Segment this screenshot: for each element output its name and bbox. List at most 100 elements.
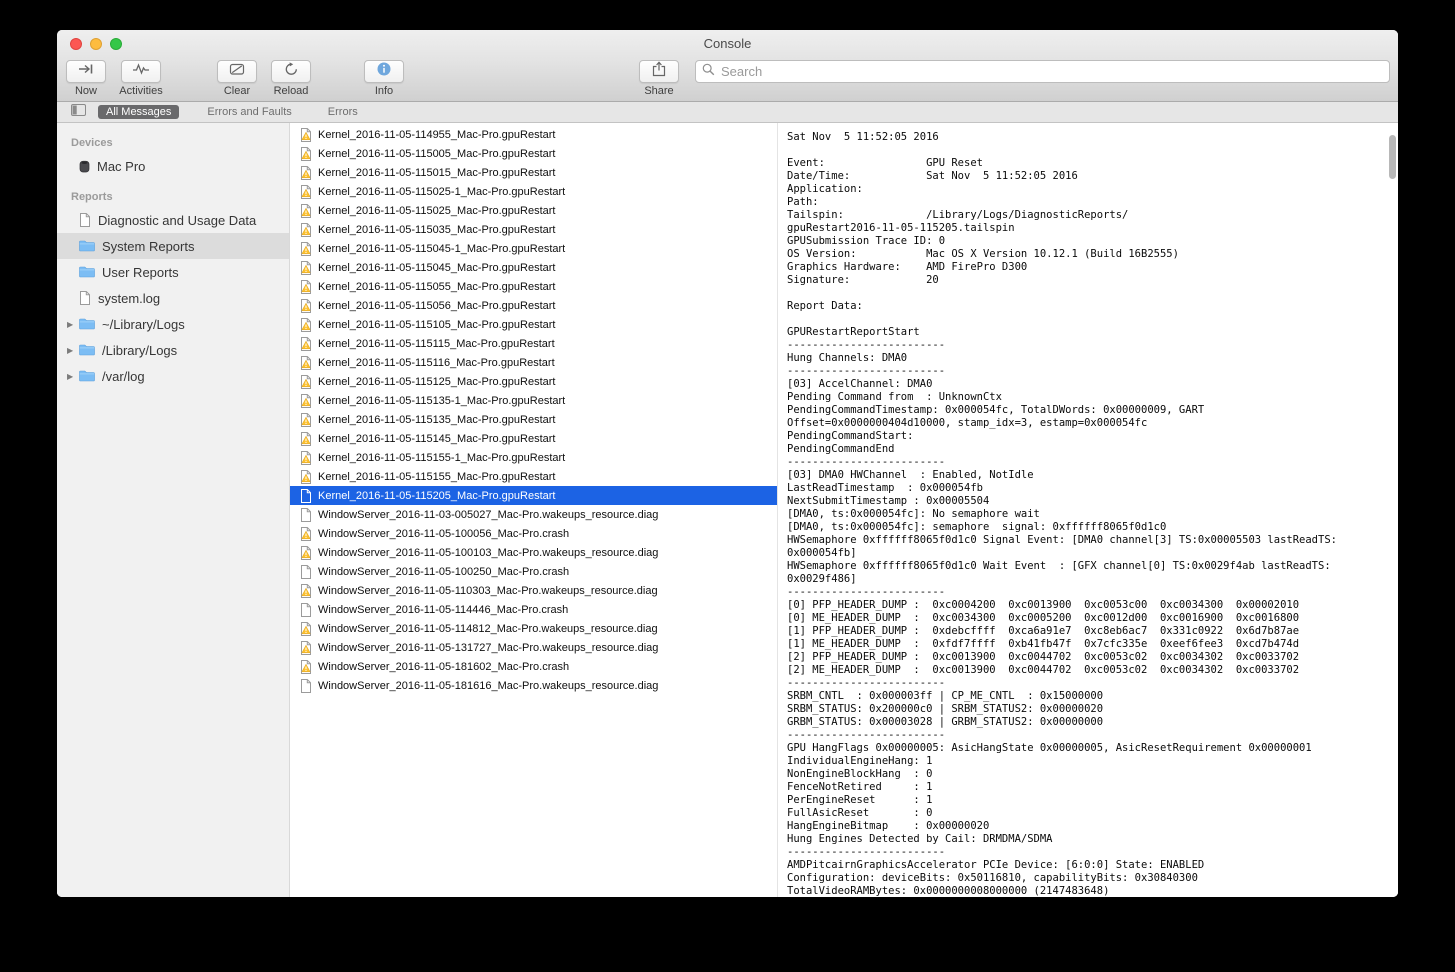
file-row[interactable]: Kernel_2016-11-05-115025-1_Mac-Pro.gpuRe…	[290, 182, 777, 201]
sidebar-item-home-library-logs[interactable]: ▶ ~/Library/Logs	[57, 311, 289, 337]
file-row[interactable]: Kernel_2016-11-05-115005_Mac-Pro.gpuRest…	[290, 144, 777, 163]
file-name: Kernel_2016-11-05-115115_Mac-Pro.gpuRest…	[318, 337, 555, 350]
file-row[interactable]: Kernel_2016-11-05-115145_Mac-Pro.gpuRest…	[290, 429, 777, 448]
file-name: Kernel_2016-11-05-115035_Mac-Pro.gpuRest…	[318, 223, 556, 236]
sidebar-section-header-reports: Reports	[71, 191, 113, 203]
sidebar-item-user-reports[interactable]: User Reports	[57, 259, 289, 285]
file-row[interactable]: WindowServer_2016-11-05-114446_Mac-Pro.c…	[290, 600, 777, 619]
report-file-list: Kernel_2016-11-05-114955_Mac-Pro.gpuRest…	[290, 123, 778, 897]
share-icon	[652, 61, 666, 82]
clear-icon	[229, 62, 245, 81]
doc-white-icon	[300, 488, 312, 503]
warning-icon	[300, 222, 312, 237]
file-row[interactable]: WindowServer_2016-11-03-005027_Mac-Pro.w…	[290, 505, 777, 524]
doc-icon	[300, 507, 312, 522]
file-row[interactable]: Kernel_2016-11-05-115125_Mac-Pro.gpuRest…	[290, 372, 777, 391]
sidebar-toggle-icon	[71, 103, 86, 121]
file-row[interactable]: Kernel_2016-11-05-115135_Mac-Pro.gpuRest…	[290, 410, 777, 429]
sidebar-toggle-button[interactable]	[71, 103, 86, 121]
sidebar-item-mac-pro[interactable]: Mac Pro	[57, 153, 289, 179]
file-row[interactable]: Kernel_2016-11-05-115055_Mac-Pro.gpuRest…	[290, 277, 777, 296]
file-row[interactable]: Kernel_2016-11-05-115115_Mac-Pro.gpuRest…	[290, 334, 777, 353]
file-row[interactable]: WindowServer_2016-11-05-114812_Mac-Pro.w…	[290, 619, 777, 638]
info-button-label: Info	[374, 85, 394, 97]
sidebar-item-label: Mac Pro	[97, 158, 146, 174]
file-name: WindowServer_2016-11-05-181602_Mac-Pro.c…	[318, 660, 570, 673]
reload-icon	[284, 62, 299, 81]
file-name: Kernel_2016-11-05-115155-1_Mac-Pro.gpuRe…	[318, 451, 566, 464]
info-icon	[376, 61, 392, 82]
file-row[interactable]: WindowServer_2016-11-05-181602_Mac-Pro.c…	[290, 657, 777, 676]
warning-icon	[300, 165, 312, 180]
tab-errors-and-faults[interactable]: Errors and Faults	[199, 105, 299, 119]
file-row[interactable]: WindowServer_2016-11-05-100056_Mac-Pro.c…	[290, 524, 777, 543]
file-row[interactable]: WindowServer_2016-11-05-110303_Mac-Pro.w…	[290, 581, 777, 600]
tab-all-messages[interactable]: All Messages	[98, 105, 180, 119]
search-input[interactable]	[719, 63, 1383, 80]
file-name: Kernel_2016-11-05-115025-1_Mac-Pro.gpuRe…	[318, 185, 566, 198]
main-content: Devices Mac Pro Reports Diagnostic and Usag…	[57, 123, 1398, 897]
file-name: Kernel_2016-11-05-115105_Mac-Pro.gpuRest…	[318, 318, 556, 331]
file-row[interactable]: Kernel_2016-11-05-115035_Mac-Pro.gpuRest…	[290, 220, 777, 239]
sidebar-item-system-reports[interactable]: System Reports	[57, 233, 289, 259]
file-row[interactable]: WindowServer_2016-11-05-100103_Mac-Pro.w…	[290, 543, 777, 562]
sidebar: Devices Mac Pro Reports Diagnostic and Usag…	[57, 123, 290, 897]
zoom-button[interactable]	[110, 37, 122, 50]
file-row[interactable]: Kernel_2016-11-05-115045-1_Mac-Pro.gpuRe…	[290, 239, 777, 258]
file-row[interactable]: Kernel_2016-11-05-115056_Mac-Pro.gpuRest…	[290, 296, 777, 315]
file-row[interactable]: Kernel_2016-11-05-115155_Mac-Pro.gpuRest…	[290, 467, 777, 486]
doc-icon	[300, 564, 312, 579]
sidebar-item-label: system.log	[98, 290, 161, 306]
sidebar-item-diagnostic-and-usage-data[interactable]: Diagnostic and Usage Data	[57, 207, 289, 233]
file-row[interactable]: Kernel_2016-11-05-115155-1_Mac-Pro.gpuRe…	[290, 448, 777, 467]
tab-errors[interactable]: Errors	[320, 105, 366, 119]
console-window: Console Now Activities Clear Reload Info	[57, 30, 1398, 897]
file-name: Kernel_2016-11-05-115116_Mac-Pro.gpuRest…	[318, 356, 555, 369]
file-row[interactable]: Kernel_2016-11-05-115045_Mac-Pro.gpuRest…	[290, 258, 777, 277]
file-row[interactable]: Kernel_2016-11-05-114955_Mac-Pro.gpuRest…	[290, 125, 777, 144]
filter-bar: All Messages Errors and Faults Errors	[57, 102, 1398, 123]
file-row[interactable]: Kernel_2016-11-05-115025_Mac-Pro.gpuRest…	[290, 201, 777, 220]
warning-icon	[300, 317, 312, 332]
reload-button[interactable]: Reload	[271, 60, 311, 97]
info-button[interactable]: Info	[364, 60, 404, 97]
file-row[interactable]: Kernel_2016-11-05-115205_Mac-Pro.gpuRest…	[290, 486, 777, 505]
search-icon	[702, 63, 715, 81]
file-name: WindowServer_2016-11-03-005027_Mac-Pro.w…	[318, 508, 659, 521]
folder-icon	[79, 318, 95, 330]
file-row[interactable]: Kernel_2016-11-05-115116_Mac-Pro.gpuRest…	[290, 353, 777, 372]
minimize-button[interactable]	[90, 37, 102, 50]
file-row[interactable]: WindowServer_2016-11-05-181616_Mac-Pro.w…	[290, 676, 777, 695]
file-row[interactable]: Kernel_2016-11-05-115105_Mac-Pro.gpuRest…	[290, 315, 777, 334]
sidebar-item-library-logs[interactable]: ▶ /Library/Logs	[57, 337, 289, 363]
warning-icon	[300, 241, 312, 256]
file-name: WindowServer_2016-11-05-100056_Mac-Pro.c…	[318, 527, 570, 540]
disclosure-triangle-icon[interactable]: ▶	[67, 346, 79, 355]
search-field[interactable]	[695, 60, 1390, 83]
share-button[interactable]: Share	[639, 60, 679, 97]
file-row[interactable]: Kernel_2016-11-05-115135-1_Mac-Pro.gpuRe…	[290, 391, 777, 410]
file-name: Kernel_2016-11-05-115205_Mac-Pro.gpuRest…	[318, 489, 556, 502]
file-row[interactable]: Kernel_2016-11-05-115015_Mac-Pro.gpuRest…	[290, 163, 777, 182]
file-row[interactable]: WindowServer_2016-11-05-100250_Mac-Pro.c…	[290, 562, 777, 581]
warning-icon	[300, 583, 312, 598]
doc-icon	[79, 291, 91, 305]
sidebar-item-label: ~/Library/Logs	[102, 316, 185, 332]
activities-button[interactable]: Activities	[113, 60, 169, 97]
log-scrollbar-thumb[interactable]	[1389, 135, 1396, 179]
file-name: Kernel_2016-11-05-115045_Mac-Pro.gpuRest…	[318, 261, 556, 274]
file-row[interactable]: WindowServer_2016-11-05-131727_Mac-Pro.w…	[290, 638, 777, 657]
file-name: Kernel_2016-11-05-115025_Mac-Pro.gpuRest…	[318, 204, 556, 217]
sidebar-item-system-log[interactable]: system.log	[57, 285, 289, 311]
disclosure-triangle-icon[interactable]: ▶	[67, 372, 79, 381]
close-button[interactable]	[70, 37, 82, 50]
disclosure-triangle-icon[interactable]: ▶	[67, 320, 79, 329]
clear-button[interactable]: Clear	[217, 60, 257, 97]
traffic-lights	[70, 37, 122, 50]
now-button[interactable]: Now	[66, 60, 106, 97]
file-name: Kernel_2016-11-05-115125_Mac-Pro.gpuRest…	[318, 375, 556, 388]
warning-icon	[300, 374, 312, 389]
sidebar-item-label: User Reports	[102, 264, 179, 280]
sidebar-item-var-log[interactable]: ▶ /var/log	[57, 363, 289, 389]
warning-icon	[300, 203, 312, 218]
